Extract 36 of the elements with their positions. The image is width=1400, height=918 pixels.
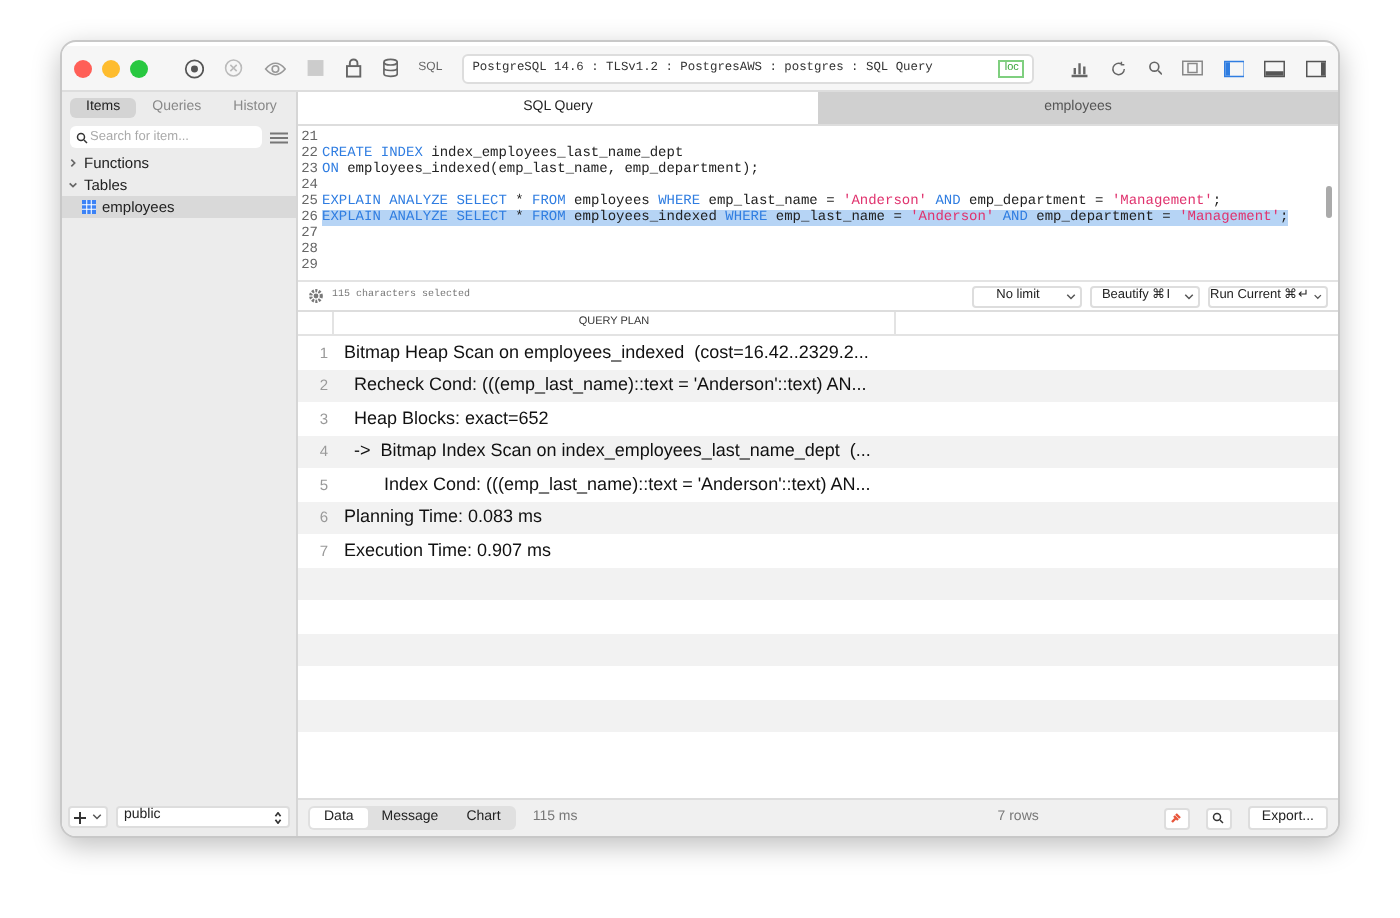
filter-icon[interactable] <box>270 129 288 145</box>
close-button[interactable] <box>74 59 92 77</box>
table-cell-text: Execution Time: 0.907 ms <box>342 537 554 563</box>
right-panel-icon[interactable] <box>1305 59 1327 77</box>
table-cell-text: Recheck Cond: (((emp_last_name)::text = 'Anderson'::text) AN... <box>352 372 869 398</box>
chevron-icon <box>1066 293 1076 299</box>
columns-icon[interactable] <box>1182 60 1204 76</box>
scrollbar[interactable] <box>1326 186 1332 218</box>
table-cell-text: Heap Blocks: exact=652 <box>352 405 551 432</box>
chart-icon[interactable] <box>1070 58 1090 78</box>
chevron-icon <box>68 180 78 190</box>
table-cell-text: -> Bitmap Index Scan on index_employees_last_name_dept (... <box>352 438 873 464</box>
table-cell-text: Planning Time: 0.083 ms <box>342 504 545 530</box>
eye-icon[interactable] <box>264 59 287 77</box>
lock-icon[interactable] <box>345 58 362 78</box>
database-icon[interactable] <box>381 58 399 78</box>
gear-icon[interactable] <box>308 288 324 304</box>
search-icon <box>76 131 88 143</box>
updown-icon <box>274 811 282 823</box>
chevron-icon <box>1314 293 1322 299</box>
bottom-panel-icon[interactable] <box>1264 59 1286 77</box>
table-cell-text: Index Cond: (((emp_last_name)::text = 'Anderson'::text) AN... <box>382 471 873 498</box>
table-icon <box>82 200 96 214</box>
pin-icon <box>1170 812 1183 824</box>
pin-button[interactable] <box>1163 807 1190 829</box>
search-icon[interactable] <box>1147 60 1163 76</box>
chevron-icon <box>92 814 102 820</box>
refresh-icon[interactable] <box>1109 59 1128 77</box>
left-panel-icon[interactable] <box>1223 59 1245 77</box>
add-button[interactable] <box>68 806 108 828</box>
find-button[interactable] <box>1205 807 1232 829</box>
chevron-icon <box>1184 293 1194 299</box>
plus-icon <box>74 811 86 823</box>
chevron-icon <box>68 158 78 168</box>
table-cell-text: Bitmap Heap Scan on employees_indexed (cost=16.42..2329.2... <box>342 339 871 366</box>
search-icon <box>1212 812 1225 824</box>
